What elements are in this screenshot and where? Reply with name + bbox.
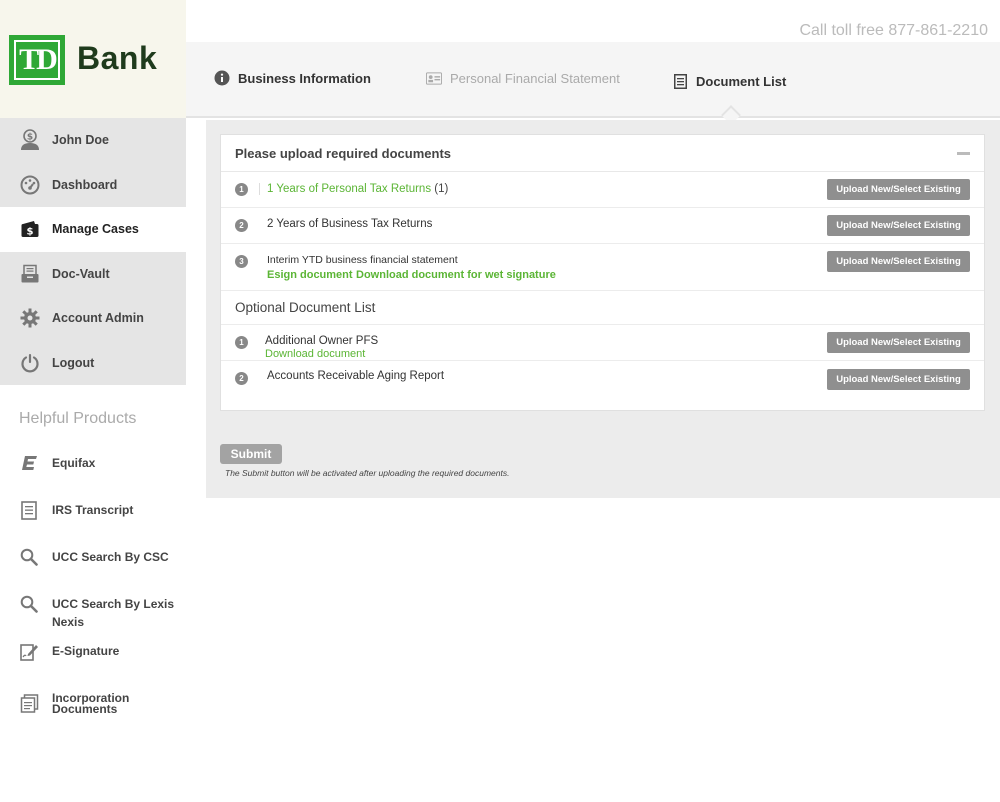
id-card-icon: [426, 70, 442, 86]
sidebar-item-doc-vault[interactable]: Doc-Vault: [0, 251, 186, 296]
equifax-icon: [19, 453, 39, 473]
svg-text:$: $: [27, 133, 33, 143]
list-document-icon: [672, 73, 688, 89]
product-label: Incorporation Documents: [52, 691, 130, 716]
sidebar-item-manage-cases[interactable]: $ Manage Cases: [0, 207, 186, 252]
download-document-link[interactable]: Download document: [265, 348, 365, 360]
download-wet-signature-link[interactable]: Download document for wet signature: [356, 269, 556, 281]
required-docs-title: Please upload required documents: [235, 145, 451, 161]
tab-label: Document List: [696, 73, 787, 89]
svg-text:$: $: [27, 227, 34, 238]
tab-personal-financial-statement[interactable]: Personal Financial Statement: [426, 70, 620, 86]
power-icon: [19, 352, 41, 374]
product-label: E-Signature: [52, 644, 120, 658]
upload-button[interactable]: Upload New/Select Existing: [827, 179, 970, 200]
user-dollar-icon: $: [19, 129, 41, 151]
required-doc-row: 3 Interim YTD business financial stateme…: [221, 244, 984, 291]
sidebar-nav: $ John Doe Dashboard $ Manage Cases Doc-…: [0, 118, 186, 385]
search-icon: [19, 547, 39, 567]
product-label: UCC Search By Lexis Nexis: [52, 597, 175, 629]
doc-title-link[interactable]: 1 Years of Personal Tax Returns (1): [267, 183, 448, 195]
tab-business-information[interactable]: Business Information: [214, 70, 371, 86]
td-logo[interactable]: TD: [9, 35, 65, 85]
submit-button[interactable]: Submit: [220, 444, 282, 464]
search-icon: [19, 594, 39, 614]
row-number-badge: 3: [235, 255, 248, 268]
sidebar-item-logout[interactable]: Logout: [0, 340, 186, 385]
collapse-icon[interactable]: [957, 152, 970, 155]
row-number-badge: 1: [235, 183, 248, 196]
product-label: Equifax: [52, 456, 96, 470]
bank-wordmark: Bank: [77, 40, 158, 76]
document-icon: [19, 500, 39, 520]
tab-label: Personal Financial Statement: [450, 70, 620, 86]
optional-doc-row: 2 Accounts Receivable Aging Report Uploa…: [221, 361, 984, 397]
doc-title: Interim YTD business financial statement: [267, 254, 458, 266]
product-ucc-search-lexis[interactable]: UCC Search By Lexis Nexis: [0, 594, 186, 633]
sidebar-item-label: Logout: [52, 355, 95, 370]
product-label: IRS Transcript: [52, 503, 134, 517]
required-docs-header: Please upload required documents: [221, 135, 984, 172]
toll-free-phone: Call toll free 877-861-2210: [799, 22, 988, 39]
doc-title: Accounts Receivable Aging Report: [267, 370, 445, 382]
documents-icon: [19, 693, 39, 713]
optional-docs-title: Optional Document List: [221, 291, 984, 325]
doc-title: 2 Years of Business Tax Returns: [267, 218, 433, 230]
doc-title: Additional Owner PFS: [265, 335, 379, 347]
esign-link[interactable]: Esign document: [267, 269, 353, 281]
sidebar-item-label: Manage Cases: [52, 222, 139, 237]
info-icon: [214, 70, 230, 86]
upload-button[interactable]: Upload New/Select Existing: [827, 251, 970, 272]
sidebar-item-account-admin[interactable]: Account Admin: [0, 296, 186, 341]
gear-icon: [19, 307, 41, 329]
signature-icon: [19, 641, 39, 661]
row-number-badge: 1: [235, 336, 248, 349]
sidebar-item-john-doe[interactable]: $ John Doe: [0, 118, 186, 163]
product-equifax[interactable]: Equifax: [0, 453, 186, 473]
main-content: Please upload required documents 1 1 Yea…: [206, 120, 1000, 498]
product-label: UCC Search By CSC: [52, 550, 169, 564]
sidebar-item-dashboard[interactable]: Dashboard: [0, 162, 186, 207]
product-irs-transcript[interactable]: IRS Transcript: [0, 500, 186, 520]
sidebar-item-label: Doc-Vault: [52, 266, 110, 281]
optional-doc-row: 1 Additional Owner PFS Download document…: [221, 325, 984, 361]
logo-area: TD Bank: [0, 0, 186, 118]
vault-icon: [19, 263, 41, 285]
required-doc-row: 2 2 Years of Business Tax Returns Upload…: [221, 208, 984, 244]
upload-button[interactable]: Upload New/Select Existing: [827, 215, 970, 236]
tabs-bar: Business Information Personal Financial …: [186, 42, 1000, 125]
wallet-icon: $: [19, 218, 41, 240]
divider: [259, 183, 260, 195]
row-number-badge: 2: [235, 372, 248, 385]
upload-button[interactable]: Upload New/Select Existing: [827, 332, 970, 353]
documents-card: Please upload required documents 1 1 Yea…: [220, 134, 985, 411]
sidebar-item-label: Dashboard: [52, 177, 118, 192]
row-number-badge: 2: [235, 219, 248, 232]
product-ucc-search-csc[interactable]: UCC Search By CSC: [0, 547, 186, 567]
sidebar-item-label: Account Admin: [52, 311, 144, 326]
product-incorporation-documents[interactable]: Incorporation Documents: [0, 690, 186, 715]
dashboard-icon: [19, 174, 41, 196]
required-doc-row: 1 1 Years of Personal Tax Returns (1) Up…: [221, 172, 984, 208]
tab-label: Business Information: [238, 70, 371, 86]
upload-button[interactable]: Upload New/Select Existing: [827, 369, 970, 390]
helpful-products-title: Helpful Products: [19, 410, 137, 427]
submit-note: The Submit button will be activated afte…: [225, 468, 510, 478]
sidebar-item-label: John Doe: [52, 133, 109, 148]
tab-document-list[interactable]: Document List: [672, 73, 786, 89]
product-e-signature[interactable]: E-Signature: [0, 641, 186, 661]
